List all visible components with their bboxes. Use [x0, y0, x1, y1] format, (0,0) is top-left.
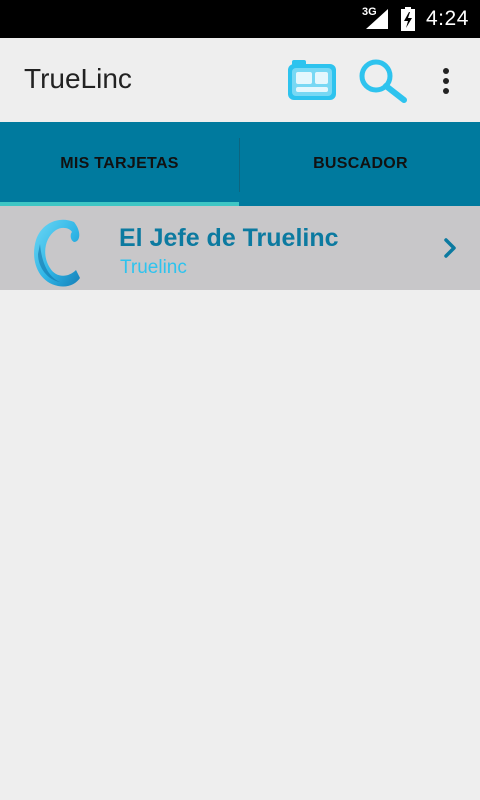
action-bar: TrueLinc [0, 38, 480, 122]
card-list: El Jefe de Truelinc Truelinc [0, 206, 480, 290]
tab-label: BUSCADOR [313, 155, 408, 172]
status-time: 4:24 [426, 7, 469, 30]
overflow-menu-button[interactable] [434, 62, 458, 100]
tab-mis-tarjetas[interactable]: MIS TARJETAS [0, 122, 239, 206]
chevron-right-icon [444, 238, 456, 258]
app-title: TrueLinc [24, 63, 132, 94]
tab-divider [239, 138, 240, 192]
signal-icon [366, 9, 388, 29]
search-icon [359, 59, 407, 103]
card-name: El Jefe de Truelinc [119, 224, 339, 252]
status-bar: 3G 4:24 [0, 0, 480, 38]
tab-bar: MIS TARJETAS BUSCADOR [0, 122, 480, 206]
truelinc-logo-icon [34, 219, 80, 287]
search-button[interactable] [358, 58, 410, 104]
battery-charging-icon [401, 7, 415, 31]
list-item[interactable]: El Jefe de Truelinc Truelinc [0, 206, 480, 290]
tab-label: MIS TARJETAS [60, 155, 179, 172]
tab-buscador[interactable]: BUSCADOR [241, 122, 480, 206]
camera-button[interactable] [286, 60, 338, 102]
card-company: Truelinc [120, 257, 187, 278]
camera-icon [288, 60, 336, 100]
